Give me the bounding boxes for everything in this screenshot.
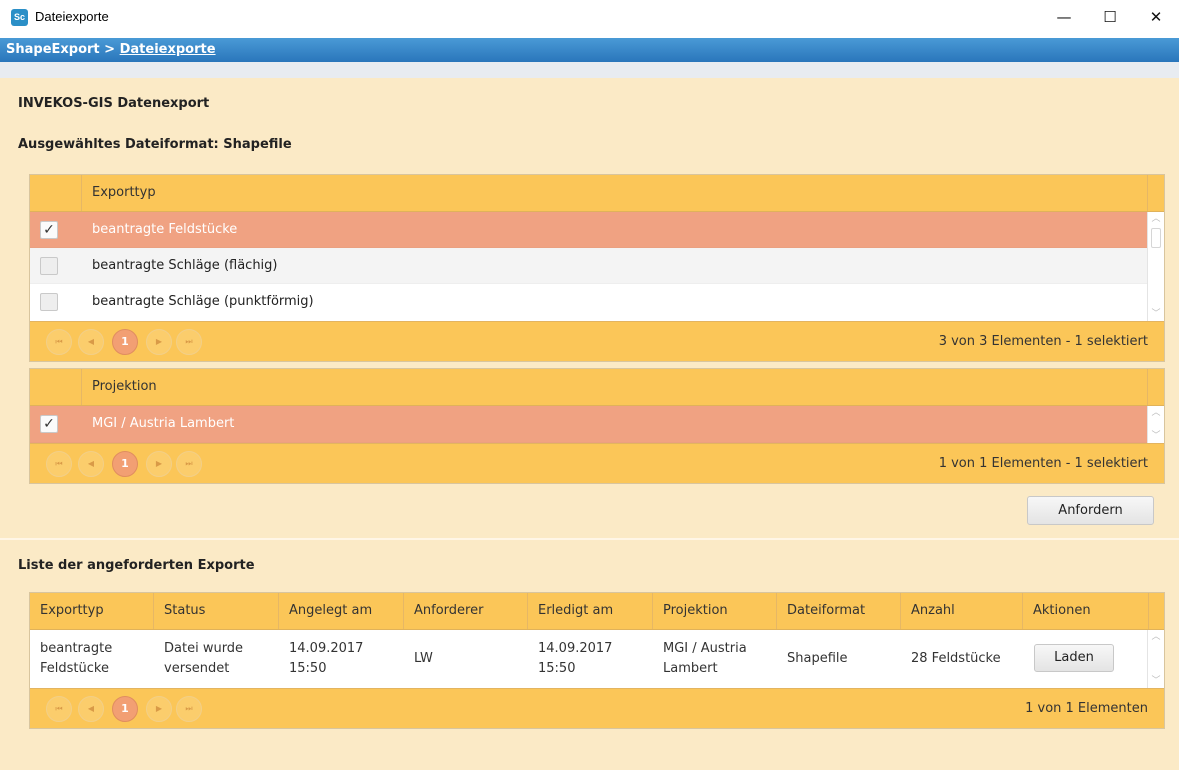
- column-header[interactable]: Anforderer: [404, 593, 528, 629]
- main-content: INVEKOS-GIS Datenexport Ausgewähltes Dat…: [0, 78, 1179, 770]
- cell-requester: LW: [414, 651, 433, 666]
- first-page-icon[interactable]: ⏮: [46, 451, 72, 477]
- export-type-grid-header: Exporttyp: [30, 175, 1164, 212]
- projection-scrollbar[interactable]: ︿ ﹀: [1147, 406, 1164, 443]
- app-icon: Sc: [11, 9, 28, 26]
- checkbox-checked[interactable]: ✓: [40, 415, 58, 433]
- pager-info: 1 von 1 Elementen: [1025, 701, 1148, 716]
- last-page-icon[interactable]: ⏭: [176, 696, 202, 722]
- pager-info: 1 von 1 Elementen - 1 selektiert: [938, 456, 1148, 471]
- breadcrumb-root: ShapeExport: [6, 42, 100, 57]
- scroll-thumb[interactable]: [1151, 228, 1161, 248]
- pager-info: 3 von 3 Elementen - 1 selektiert: [938, 334, 1148, 349]
- section-divider: [0, 538, 1179, 540]
- header-scroll-spacer: [1149, 593, 1166, 629]
- projection-column-header[interactable]: Projektion: [92, 379, 157, 394]
- current-page-button[interactable]: 1: [112, 451, 138, 477]
- maximize-button[interactable]: ☐: [1087, 0, 1133, 36]
- export-type-label: beantragte Schläge (flächig): [92, 258, 278, 273]
- prev-page-icon[interactable]: ◀: [78, 451, 104, 477]
- cell-status: Datei wurde versendet: [164, 641, 244, 676]
- exports-table-header: Exporttyp Status Angelegt am Anforderer …: [30, 593, 1164, 630]
- close-button[interactable]: ✕: [1133, 0, 1179, 36]
- scroll-down-icon[interactable]: ﹀: [1148, 307, 1164, 321]
- projection-pager: ⏮ ◀ 1 ▶ ⏭ 1 von 1 Elementen - 1 selektie…: [30, 443, 1164, 483]
- checkbox-unchecked[interactable]: [40, 293, 58, 311]
- header-scroll-spacer: [1147, 369, 1164, 405]
- breadcrumb-separator: >: [104, 42, 116, 57]
- window-title: Dateiexporte: [35, 9, 109, 24]
- export-type-row[interactable]: ✓ beantragte Feldstücke: [30, 212, 1147, 248]
- select-column-header: [30, 369, 82, 405]
- cell-completed: 14.09.2017 15:50: [538, 641, 613, 676]
- column-header[interactable]: Angelegt am: [279, 593, 404, 629]
- export-list-title: Liste der angeforderten Exporte: [18, 558, 255, 573]
- breadcrumb-current-link[interactable]: Dateiexporte: [120, 42, 216, 57]
- header-strip: [0, 62, 1179, 78]
- next-page-icon[interactable]: ▶: [146, 696, 172, 722]
- header-scroll-spacer: [1147, 175, 1164, 211]
- column-header[interactable]: Anzahl: [901, 593, 1023, 629]
- projection-grid: Projektion ✓ MGI / Austria Lambert ︿ ﹀ ⏮…: [29, 368, 1165, 484]
- export-type-label: beantragte Schläge (punktförmig): [92, 294, 314, 309]
- export-type-row[interactable]: beantragte Schläge (punktförmig): [30, 284, 1147, 320]
- prev-page-icon[interactable]: ◀: [78, 696, 104, 722]
- exports-table: Exporttyp Status Angelegt am Anforderer …: [29, 592, 1165, 729]
- column-header[interactable]: Aktionen: [1023, 593, 1149, 629]
- column-header[interactable]: Exporttyp: [30, 593, 154, 629]
- first-page-icon[interactable]: ⏮: [46, 329, 72, 355]
- last-page-icon[interactable]: ⏭: [176, 329, 202, 355]
- last-page-icon[interactable]: ⏭: [176, 451, 202, 477]
- export-type-grid: Exporttyp ✓ beantragte Feldstücke beantr…: [29, 174, 1165, 362]
- scroll-down-icon[interactable]: ﹀: [1148, 674, 1164, 688]
- projection-row[interactable]: ✓ MGI / Austria Lambert: [30, 406, 1147, 443]
- export-type-pager: ⏮ ◀ 1 ▶ ⏭ 3 von 3 Elementen - 1 selektie…: [30, 321, 1164, 361]
- window-titlebar: Sc Dateiexporte — ☐ ✕: [0, 0, 1179, 36]
- column-header[interactable]: Erledigt am: [528, 593, 653, 629]
- page-title: INVEKOS-GIS Datenexport: [18, 96, 210, 111]
- breadcrumb: ShapeExport > Dateiexporte: [0, 38, 1179, 62]
- column-header[interactable]: Status: [154, 593, 279, 629]
- minimize-button[interactable]: —: [1041, 0, 1087, 36]
- projection-label: MGI / Austria Lambert: [92, 416, 235, 431]
- checkbox-unchecked[interactable]: [40, 257, 58, 275]
- export-type-label: beantragte Feldstücke: [92, 222, 238, 237]
- first-page-icon[interactable]: ⏮: [46, 696, 72, 722]
- next-page-icon[interactable]: ▶: [146, 451, 172, 477]
- exports-pager: ⏮ ◀ 1 ▶ ⏭ 1 von 1 Elementen: [30, 688, 1164, 728]
- cell-exporttyp: beantragte Feldstücke: [40, 641, 113, 676]
- cell-created: 14.09.2017 15:50: [289, 641, 364, 676]
- selected-format-label: Ausgewähltes Dateiformat: Shapefile: [18, 137, 292, 152]
- cell-count: 28 Feldstücke: [911, 651, 1001, 666]
- scroll-down-icon[interactable]: ﹀: [1148, 429, 1164, 443]
- scroll-up-icon[interactable]: ︿: [1148, 212, 1164, 226]
- current-page-button[interactable]: 1: [112, 329, 138, 355]
- cell-format: Shapefile: [787, 651, 848, 666]
- cell-projection: MGI / Austria Lambert: [663, 641, 747, 676]
- projection-grid-header: Projektion: [30, 369, 1164, 406]
- next-page-icon[interactable]: ▶: [146, 329, 172, 355]
- export-type-rows: ✓ beantragte Feldstücke beantragte Schlä…: [30, 212, 1164, 321]
- load-button[interactable]: Laden: [1034, 644, 1114, 672]
- select-column-header: [30, 175, 82, 211]
- exports-scrollbar[interactable]: ︿ ﹀: [1147, 630, 1164, 688]
- table-row[interactable]: beantragte Feldstücke Datei wurde versen…: [30, 630, 1164, 688]
- request-button[interactable]: Anfordern: [1027, 496, 1154, 525]
- current-page-button[interactable]: 1: [112, 696, 138, 722]
- scroll-up-icon[interactable]: ︿: [1148, 406, 1164, 420]
- column-header[interactable]: Projektion: [653, 593, 777, 629]
- export-type-column-header[interactable]: Exporttyp: [92, 185, 156, 200]
- column-header[interactable]: Dateiformat: [777, 593, 901, 629]
- projection-rows: ✓ MGI / Austria Lambert ︿ ﹀: [30, 406, 1164, 443]
- scroll-up-icon[interactable]: ︿: [1148, 630, 1164, 644]
- prev-page-icon[interactable]: ◀: [78, 329, 104, 355]
- export-type-row[interactable]: beantragte Schläge (flächig): [30, 248, 1147, 284]
- export-type-scrollbar[interactable]: ︿ ﹀: [1147, 212, 1164, 321]
- checkbox-checked[interactable]: ✓: [40, 221, 58, 239]
